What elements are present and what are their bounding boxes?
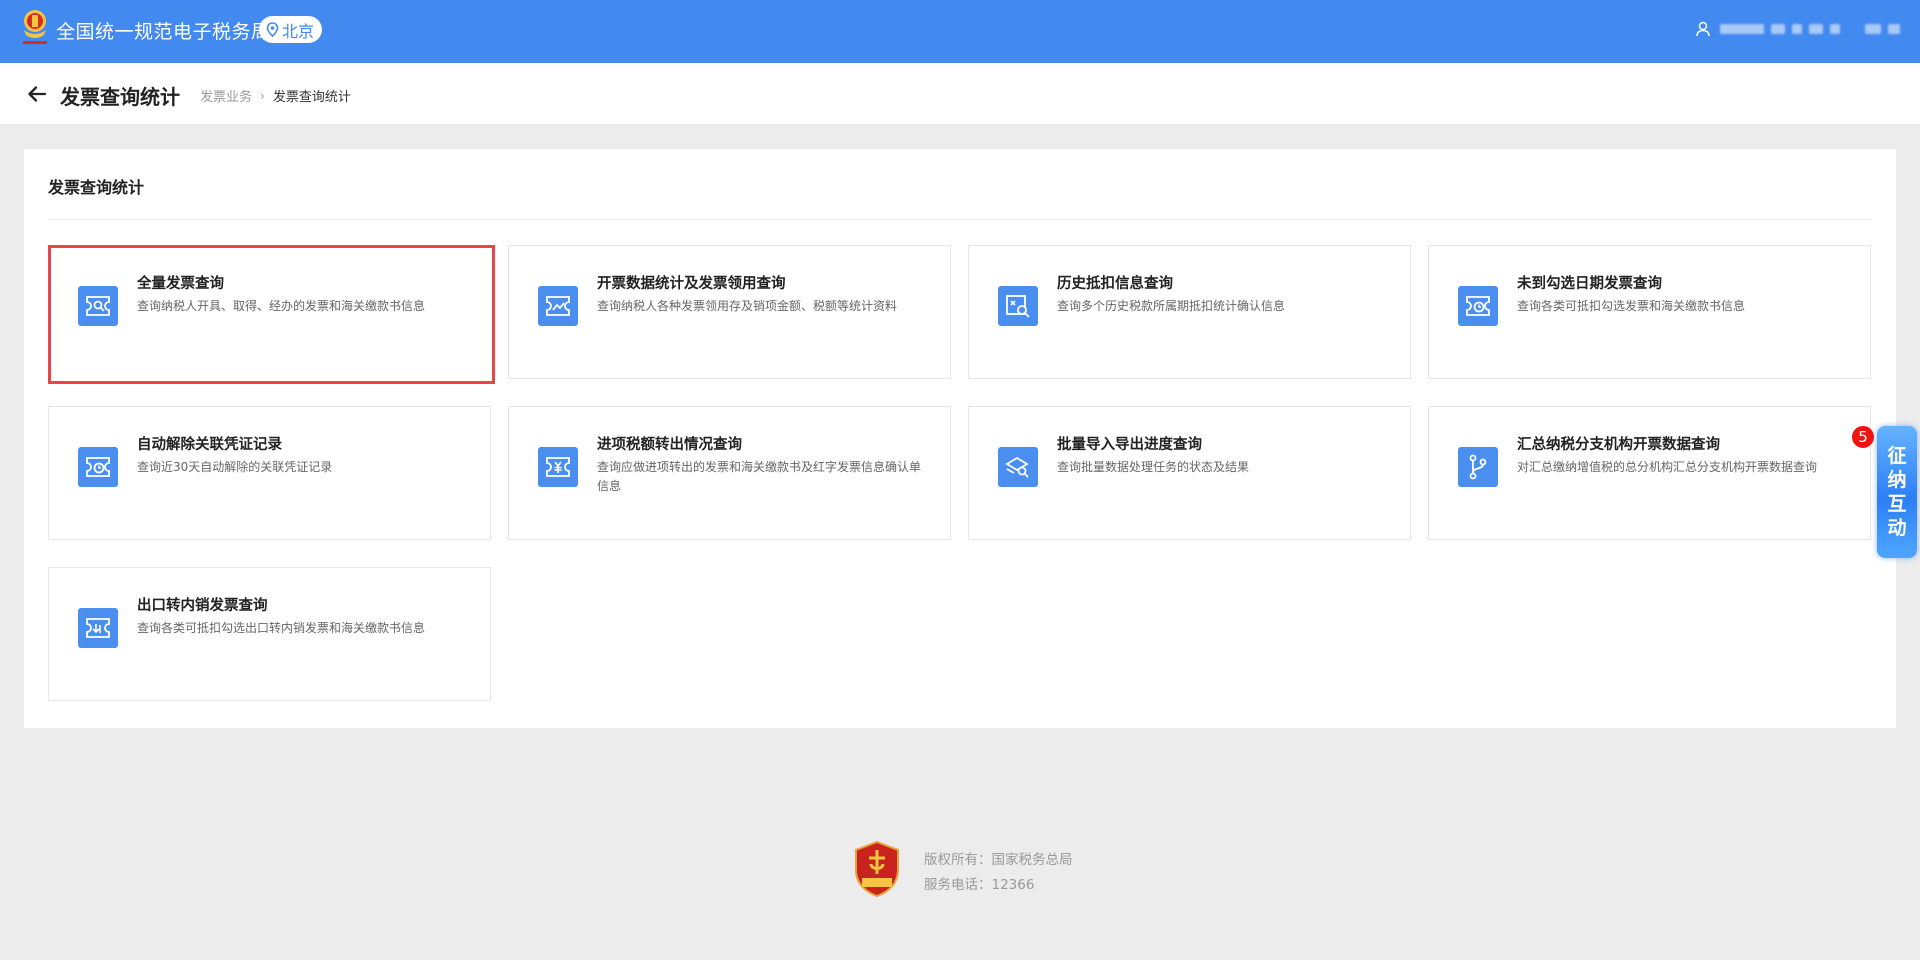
party-government-badge-logo bbox=[855, 840, 899, 898]
tile-title: 进项税额转出情况查询 bbox=[597, 437, 742, 453]
city-label: 北京 bbox=[282, 21, 315, 41]
history-search-icon bbox=[998, 286, 1038, 326]
tile-description: 查询应做进项转出的发票和海关缴款书及红字发票信息确认单信息 bbox=[597, 460, 922, 493]
tile-title: 批量导入导出进度查询 bbox=[1057, 437, 1202, 453]
tile-title: 出口转内销发票查询 bbox=[137, 598, 268, 614]
breadcrumb-item-current: 发票查询统计 bbox=[272, 90, 351, 105]
invoice-export-icon bbox=[78, 608, 118, 648]
back-arrow-icon[interactable] bbox=[26, 83, 48, 105]
invoice-yen-icon bbox=[538, 447, 578, 487]
user-name-redacted bbox=[1720, 24, 1900, 34]
tile-input-tax-transfer-query[interactable]: 进项税额转出情况查询 查询应做进项转出的发票和海关缴款书及红字发票信息确认单信息 bbox=[508, 406, 951, 540]
tile-title: 自动解除关联凭证记录 bbox=[137, 437, 282, 453]
tile-issuance-statistics-query[interactable]: 开票数据统计及发票领用查询 查询纳税人各种发票领用存及销项金额、税额等统计资料 bbox=[508, 245, 951, 379]
tile-description: 查询各类可抵扣勾选发票和海关缴款书信息 bbox=[1517, 299, 1746, 313]
tile-description: 查询多个历史税款所属期抵扣统计确认信息 bbox=[1057, 299, 1286, 313]
tile-title: 开票数据统计及发票领用查询 bbox=[597, 276, 786, 292]
interaction-float-button[interactable]: 征纳互动 bbox=[1877, 426, 1917, 558]
chevron-right-icon: › bbox=[260, 88, 265, 103]
user-icon bbox=[1696, 21, 1710, 37]
tile-title: 历史抵扣信息查询 bbox=[1057, 276, 1173, 292]
user-menu[interactable] bbox=[1696, 21, 1900, 37]
batch-search-icon bbox=[998, 447, 1038, 487]
invoice-clock-icon bbox=[78, 447, 118, 487]
notification-badge: 5 bbox=[1851, 425, 1875, 449]
footer-phone: 服务电话：12366 bbox=[924, 877, 1035, 893]
breadcrumb: 发票业务 › 发票查询统计 bbox=[200, 86, 351, 106]
city-selector[interactable]: 北京 bbox=[259, 16, 323, 43]
tile-history-deduction-query[interactable]: 历史抵扣信息查询 查询多个历史税款所属期抵扣统计确认信息 bbox=[968, 245, 1411, 379]
float-button-label: 征纳互动 bbox=[1887, 445, 1907, 539]
main-panel: 发票查询统计 全量发票查询 查询纳税人开具、取得、经办的发票和海关缴款书信息 开… bbox=[24, 149, 1896, 728]
tile-description: 对汇总缴纳增值税的总分机构汇总分支机构开票数据查询 bbox=[1517, 460, 1818, 474]
tile-export-to-domestic-query[interactable]: 出口转内销发票查询 查询各类可抵扣勾选出口转内销发票和海关缴款书信息 bbox=[48, 567, 491, 701]
tile-description: 查询纳税人各种发票领用存及销项金额、税额等统计资料 bbox=[597, 299, 898, 313]
tile-description: 查询批量数据处理任务的状态及结果 bbox=[1057, 460, 1250, 474]
branch-icon bbox=[1458, 447, 1498, 487]
site-title[interactable]: 全国统一规范电子税务局 bbox=[56, 17, 271, 44]
page-title: 发票查询统计 bbox=[60, 85, 180, 109]
top-header: 全国统一规范电子税务局 北京 bbox=[0, 0, 1920, 63]
tile-title: 全量发票查询 bbox=[137, 276, 224, 292]
invoice-search-icon bbox=[78, 286, 118, 326]
tile-description: 查询各类可抵扣勾选出口转内销发票和海关缴款书信息 bbox=[137, 621, 426, 635]
footer-copyright: 版权所有：国家税务总局 bbox=[924, 852, 1073, 868]
section-title: 发票查询统计 bbox=[48, 178, 145, 197]
tile-branch-invoice-data-query[interactable]: 汇总纳税分支机构开票数据查询 对汇总缴纳增值税的总分机构汇总分支机构开票数据查询 bbox=[1428, 406, 1871, 540]
page-header: 发票查询统计 发票业务 › 发票查询统计 bbox=[0, 63, 1920, 124]
tile-title: 未到勾选日期发票查询 bbox=[1517, 276, 1662, 292]
tile-auto-unlink-records[interactable]: 自动解除关联凭证记录 查询近30天自动解除的关联凭证记录 bbox=[48, 406, 491, 540]
tile-pending-selection-query[interactable]: 未到勾选日期发票查询 查询各类可抵扣勾选发票和海关缴款书信息 bbox=[1428, 245, 1871, 379]
tile-batch-progress-query[interactable]: 批量导入导出进度查询 查询批量数据处理任务的状态及结果 bbox=[968, 406, 1411, 540]
invoice-chart-icon bbox=[538, 286, 578, 326]
divider bbox=[48, 219, 1872, 220]
tile-full-invoice-query[interactable]: 全量发票查询 查询纳税人开具、取得、经办的发票和海关缴款书信息 bbox=[48, 245, 495, 384]
invoice-clock-icon bbox=[1458, 286, 1498, 326]
breadcrumb-item-invoice-business[interactable]: 发票业务 bbox=[200, 86, 252, 105]
location-pin-icon bbox=[266, 22, 279, 37]
tile-description: 查询纳税人开具、取得、经办的发票和海关缴款书信息 bbox=[137, 299, 426, 313]
tax-emblem-logo bbox=[23, 10, 47, 44]
tile-title: 汇总纳税分支机构开票数据查询 bbox=[1517, 437, 1720, 453]
tile-description: 查询近30天自动解除的关联凭证记录 bbox=[137, 460, 333, 474]
